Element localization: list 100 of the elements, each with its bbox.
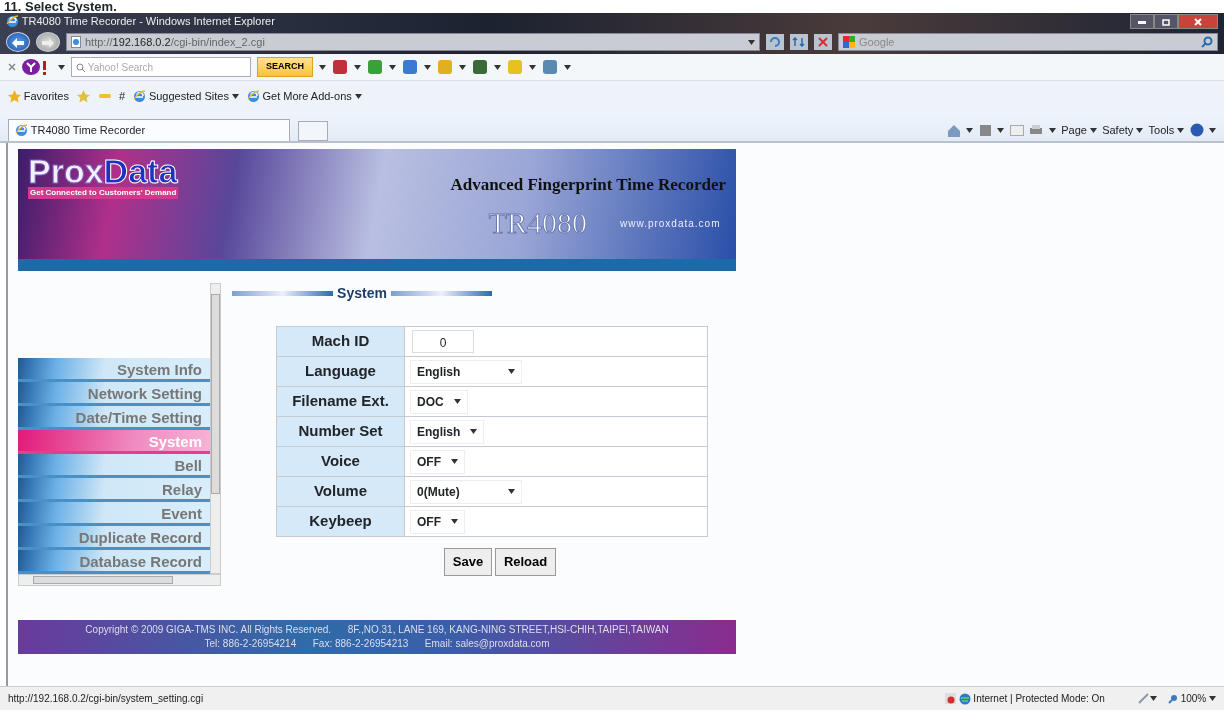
dropdown[interactable]: OFF: [410, 509, 465, 534]
ie-logo-icon: [246, 89, 260, 103]
dropdown-caret-icon[interactable]: [529, 64, 536, 70]
dropdown-caret-icon[interactable]: [319, 64, 326, 70]
minimize-icon: [1138, 20, 1146, 24]
hash-text: #: [119, 88, 126, 104]
favorites-link[interactable]: Suggested Sites: [133, 87, 239, 105]
dropdown[interactable]: 0(Mute): [410, 479, 522, 504]
home-icon[interactable]: [946, 123, 961, 137]
dropdown-caret-icon[interactable]: [508, 369, 516, 374]
address-field[interactable]: http://192.168.0.2/cgi-bin/index_2.cgi: [66, 33, 760, 51]
field-label: Filename Ext.: [276, 386, 405, 417]
dropdown-caret-icon[interactable]: [494, 64, 501, 70]
dropdown-caret-icon[interactable]: [459, 64, 466, 70]
field-label: Volume: [276, 476, 405, 507]
sidebar-item[interactable]: System Info: [18, 358, 210, 382]
dropdown-caret-icon[interactable]: [470, 429, 478, 434]
dropdown-caret-icon[interactable]: [997, 127, 1005, 133]
dropdown-caret-icon[interactable]: [424, 64, 431, 70]
maximize-button[interactable]: [1154, 14, 1178, 29]
phone-text: Tel: 886-2-26954214: [204, 638, 297, 649]
dropdown-caret-icon[interactable]: [451, 519, 458, 524]
logo-text: Data: [103, 155, 178, 187]
dropdown-caret-icon[interactable]: [1177, 127, 1184, 133]
favorites-button[interactable]: Favorites: [8, 87, 69, 105]
command-menu[interactable]: Safety: [1102, 121, 1144, 139]
dropdown-caret-icon[interactable]: [58, 64, 65, 70]
form-button[interactable]: Save: [443, 548, 493, 576]
dropdown-caret-icon[interactable]: [389, 64, 396, 70]
back-button[interactable]: [6, 32, 30, 52]
section-title: System: [337, 284, 387, 303]
sidebar-item[interactable]: Network Setting: [18, 382, 210, 406]
sidebar-item[interactable]: Bell: [18, 454, 210, 478]
google-logo-icon: [843, 36, 855, 48]
browser-tab[interactable]: TR4080 Time Recorder: [8, 119, 290, 141]
email-link[interactable]: sales@proxdata.com: [455, 638, 550, 649]
horizontal-scrollbar[interactable]: [18, 574, 221, 586]
dropdown-caret-icon[interactable]: [1136, 127, 1144, 133]
input-field[interactable]: 0: [412, 330, 474, 353]
sidebar-item[interactable]: Event: [18, 502, 210, 526]
dropdown-caret-icon[interactable]: [564, 64, 571, 70]
maximize-icon: [1162, 18, 1170, 26]
dropdown[interactable]: English: [410, 359, 523, 384]
dropdown-caret-icon[interactable]: [1149, 696, 1157, 701]
copyright-text: Copyright © 2009 GIGA-TMS INC. All Rights Reserved.: [85, 624, 332, 635]
blocked-icon: [944, 693, 956, 704]
page-heading: 11. Select System.: [4, 0, 117, 13]
forward-button[interactable]: [36, 32, 60, 52]
search-button[interactable]: SEARCH: [257, 57, 313, 77]
command-menu[interactable]: Page: [1061, 121, 1097, 139]
dropdown[interactable]: DOC: [410, 389, 468, 414]
close-icon: [1194, 18, 1202, 27]
minimize-button[interactable]: [1130, 14, 1154, 29]
page-icon: [71, 36, 81, 48]
dropdown[interactable]: English: [410, 419, 485, 444]
ie-logo-icon: [133, 89, 147, 103]
sidebar-item[interactable]: Relay: [18, 478, 210, 502]
dropdown-caret-icon[interactable]: [1048, 127, 1056, 133]
dropdown-caret-icon[interactable]: [1089, 127, 1097, 133]
dropdown[interactable]: OFF: [410, 449, 465, 474]
dropdown-caret-icon[interactable]: [1209, 696, 1216, 701]
form-button[interactable]: Reload: [494, 548, 557, 576]
zoom-control[interactable]: 100%: [1167, 691, 1216, 706]
close-button[interactable]: [1178, 14, 1218, 29]
command-menu[interactable]: Tools: [1148, 121, 1184, 139]
magnifier-icon: [1167, 693, 1178, 704]
dropdown-caret-icon[interactable]: [231, 93, 239, 99]
window-title: TR4080 Time Recorder - Windows Internet Explorer: [21, 14, 275, 30]
dropdown-caret-icon[interactable]: [354, 64, 361, 70]
fax-text: Fax: 886-2-26954213: [312, 638, 409, 649]
favorites-link[interactable]: Get More Add-ons: [246, 87, 362, 105]
dropdown-caret-icon[interactable]: [451, 459, 458, 464]
compatibility-icon[interactable]: [790, 34, 808, 50]
sidebar-item[interactable]: Database Record: [18, 550, 210, 574]
sidebar-item[interactable]: Duplicate Record: [18, 526, 210, 550]
security-zone[interactable]: Internet | Protected Mode: On: [944, 691, 1105, 706]
status-url: http://192.168.0.2/cgi-bin/system_setting.cgi: [8, 692, 205, 706]
dropdown-caret-icon[interactable]: [507, 489, 515, 494]
field-label: Voice: [276, 446, 405, 477]
logo-text: Prox: [28, 155, 104, 187]
sidebar-item[interactable]: Date/Time Setting: [18, 406, 210, 430]
search-icon: [76, 62, 85, 72]
refresh-icon[interactable]: [766, 34, 784, 50]
dropdown-caret-icon[interactable]: [1209, 127, 1216, 133]
globe-icon: [958, 692, 971, 705]
logo-tagline: Get Connected to Customers' Demand: [28, 187, 179, 199]
ie-logo-icon: [15, 124, 28, 137]
website-text: www.proxdata.com: [620, 216, 721, 231]
star-icon: [8, 89, 21, 103]
dropdown-caret-icon[interactable]: [966, 127, 974, 133]
field-label: Keybeep: [276, 506, 405, 537]
vertical-scrollbar[interactable]: [210, 283, 221, 574]
field-label: Number Set: [276, 416, 405, 447]
dropdown-caret-icon[interactable]: [453, 399, 461, 404]
stop-icon[interactable]: [814, 34, 832, 50]
dropdown-caret-icon[interactable]: [354, 93, 362, 99]
search-icon[interactable]: [1201, 36, 1213, 48]
close-icon[interactable]: [8, 63, 16, 71]
address-dropdown-icon[interactable]: [748, 39, 755, 45]
field-label: Mach ID: [276, 326, 405, 357]
